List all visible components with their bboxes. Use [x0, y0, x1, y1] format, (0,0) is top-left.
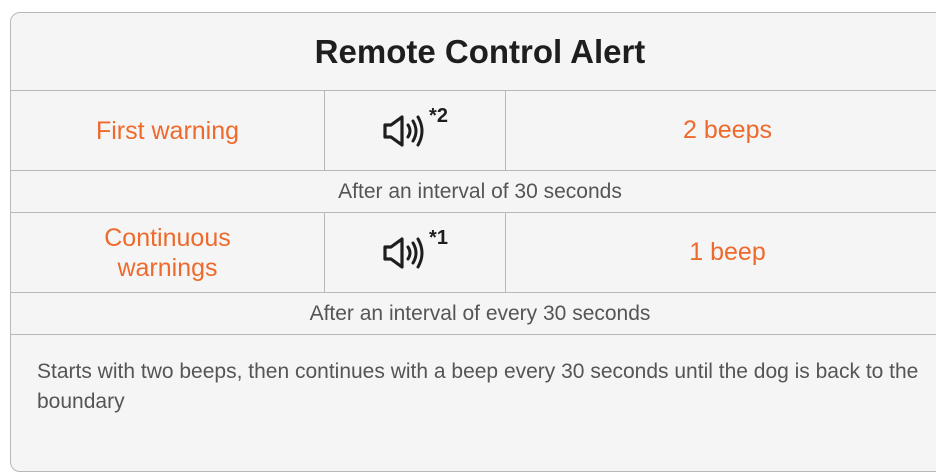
interval-note: After an interval of 30 seconds — [11, 171, 936, 213]
interval-note: After an interval of every 30 seconds — [11, 293, 936, 335]
table-row-continuous-warnings: Continuous warnings *1 1 beep — [11, 213, 936, 293]
summary-text: Starts with two beeps, then continues wi… — [37, 360, 919, 413]
footnote-marker: *1 — [429, 227, 448, 249]
summary-note: Starts with two beeps, then continues wi… — [11, 335, 936, 417]
table-title: Remote Control Alert — [11, 13, 936, 91]
table-row-first-warning: First warning *2 2 beeps — [11, 91, 936, 171]
continuous-warnings-label: Continuous warnings — [104, 223, 231, 282]
beep-count: 2 beeps — [683, 116, 772, 144]
footnote-marker: *2 — [429, 105, 448, 127]
remote-control-alert-table: Remote Control Alert First warning *2 2 … — [10, 12, 936, 472]
speaker-icon — [382, 114, 428, 148]
first-warning-label: First warning — [95, 116, 240, 145]
beep-count: 1 beep — [689, 238, 766, 266]
speaker-icon — [382, 236, 428, 270]
